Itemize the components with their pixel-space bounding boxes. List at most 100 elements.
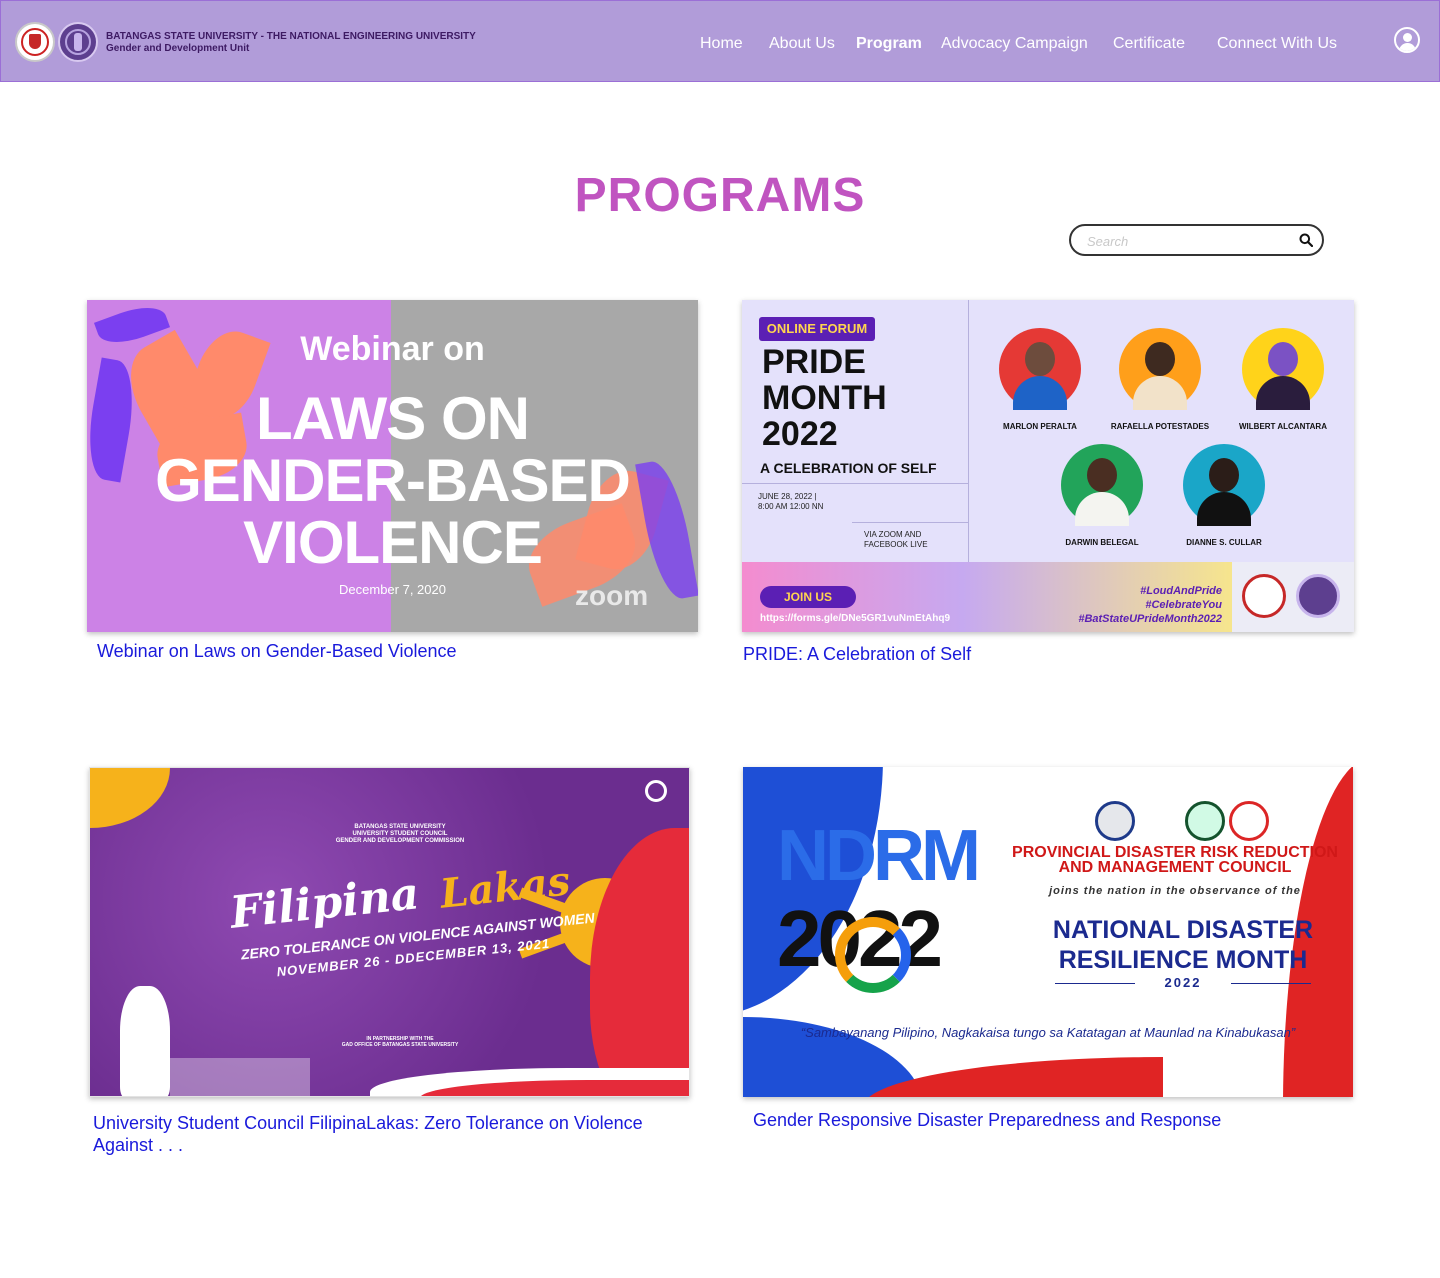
- image-title-line: PRIDE: [762, 343, 866, 381]
- image-title-line: VIOLENCE: [243, 509, 543, 576]
- speaker-head: [1025, 342, 1055, 376]
- search-bar: [1069, 224, 1324, 256]
- image-title-line: MONTH: [762, 379, 887, 417]
- batstateu-seal-logo: [1242, 574, 1286, 618]
- divider: [852, 522, 968, 523]
- organizer-line: AND MANAGEMENT COUNCIL: [1058, 859, 1292, 876]
- search-icon[interactable]: [1299, 233, 1313, 247]
- program-image-pride-month[interactable]: ONLINE FORUM PRIDE MONTH 2022 A CELEBRAT…: [742, 300, 1354, 632]
- image-heading: Webinar on: [300, 330, 485, 368]
- event-date-line: JUNE 28, 2022 |: [758, 492, 817, 501]
- image-title: LAWS ON GENDER-BASED VIOLENCE: [87, 388, 698, 574]
- speaker-head: [1209, 458, 1239, 492]
- zoom-logo: zoom: [575, 580, 649, 611]
- program-image-gbv-webinar[interactable]: Webinar on LAWS ON GENDER-BASED VIOLENCE…: [87, 300, 698, 632]
- join-us-badge: JOIN US: [760, 586, 856, 608]
- province-seal-logo: [1185, 801, 1225, 841]
- event-time-line: 8:00 AM 12:00 NN: [758, 502, 824, 511]
- hashtag: #CelebrateYou: [1145, 599, 1222, 611]
- speaker-name: WILBERT ALCANTARA: [1239, 422, 1327, 431]
- gad-logo-core: [74, 33, 82, 51]
- batstateu-seal-logo[interactable]: [15, 22, 55, 62]
- partner-text: IN PARTNERSHIP WITH THE GAD OFFICE OF BA…: [310, 1036, 490, 1048]
- organizer-line: PROVINCIAL DISASTER RISK REDUCTION: [1012, 844, 1338, 861]
- brand-text: BATANGAS STATE UNIVERSITY - THE NATIONAL…: [106, 31, 476, 55]
- image-title-line: 2022: [762, 415, 838, 453]
- image-title-line: NATIONAL DISASTER: [1052, 916, 1314, 944]
- event-platform-line: FACEBOOK LIVE: [864, 540, 928, 549]
- program-link-pride[interactable]: PRIDE: A Celebration of Self: [743, 643, 1343, 665]
- speaker-head: [1087, 458, 1117, 492]
- user-icon-body: [1399, 43, 1416, 51]
- program-image-filipinalakas[interactable]: BATANGAS STATE UNIVERSITY UNIVERSITY STU…: [89, 767, 690, 1097]
- nav-advocacy-campaign[interactable]: Advocacy Campaign: [941, 35, 1088, 53]
- speaker-body: [1075, 492, 1129, 526]
- speaker-photo: [1242, 328, 1324, 410]
- user-icon-head: [1403, 33, 1412, 42]
- program-link-filipinalakas[interactable]: University Student Council FilipinaLakas…: [93, 1112, 693, 1156]
- speaker-body: [1197, 492, 1251, 526]
- gad-unit-logo: [1296, 574, 1340, 618]
- venus-symbol-icon: [645, 780, 667, 802]
- partner-line: GAD OFFICE OF BATANGAS STATE UNIVERSITY: [341, 1042, 459, 1048]
- speaker-body: [1256, 376, 1310, 410]
- image-subheading: joins the nation in the observance of th…: [1049, 885, 1301, 897]
- speaker-photo: [1183, 444, 1265, 526]
- speaker-head: [1268, 342, 1298, 376]
- speaker-head: [1145, 342, 1175, 376]
- speaker-photo: [1061, 444, 1143, 526]
- gad-unit-logo[interactable]: [58, 22, 98, 62]
- speaker-name: DIANNE S. CULLAR: [1186, 538, 1262, 547]
- nav-about-us[interactable]: About Us: [769, 35, 835, 53]
- registration-url: https://forms.gle/DNe5GR1vuNmEtAhq9: [760, 613, 951, 624]
- divider: [968, 300, 969, 562]
- program-link-gbv-webinar[interactable]: Webinar on Laws on Gender-Based Violence: [97, 640, 697, 662]
- hashtags: #LoudAndPride #CelebrateYou #BatStateUPr…: [1042, 584, 1222, 626]
- shield-icon: [29, 34, 41, 49]
- pdrrmo-seal-logo: [1229, 801, 1269, 841]
- nav-connect-with-us[interactable]: Connect With Us: [1217, 35, 1337, 53]
- image-title-line: GENDER-BASED: [155, 447, 631, 514]
- seals-panel: [1232, 562, 1354, 632]
- organizer-text: PROVINCIAL DISASTER RISK REDUCTION AND M…: [1005, 844, 1345, 876]
- top-navbar: BATANGAS STATE UNIVERSITY - THE NATIONAL…: [0, 0, 1440, 82]
- organizer-line: GENDER AND DEVELOPMENT COMMISSION: [335, 838, 465, 844]
- speaker-body: [1013, 376, 1067, 410]
- city-skyline: [170, 1058, 310, 1096]
- speaker-photo: [999, 328, 1081, 410]
- speaker-name: DARWIN BELEGAL: [1065, 538, 1139, 547]
- hashtag: #LoudAndPride: [1140, 585, 1222, 597]
- dancer-silhouette: [120, 986, 170, 1096]
- speaker-body: [1133, 376, 1187, 410]
- brand-unit: Gender and Development Unit: [106, 43, 250, 54]
- hashtag: #BatStateUPrideMonth2022: [1078, 613, 1222, 625]
- user-icon[interactable]: [1394, 27, 1420, 53]
- ndrm-logo-text: NDRM: [777, 816, 981, 896]
- nav-home[interactable]: Home: [700, 35, 743, 53]
- organizer-line: UNIVERSITY STUDENT COUNCIL: [352, 831, 448, 837]
- image-year: 2022: [1164, 975, 1202, 990]
- program-image-disaster-resilience[interactable]: NDRM 2022 PROVINCIAL DISASTER RISK REDUC…: [743, 767, 1353, 1097]
- image-title-line: RESILIENCE MONTH: [1058, 946, 1308, 974]
- image-title: NATIONAL DISASTER RESILIENCE MONTH: [1033, 915, 1333, 975]
- image-title: PRIDE MONTH 2022: [762, 344, 887, 452]
- organizer-line: BATANGAS STATE UNIVERSITY: [354, 824, 446, 830]
- search-input[interactable]: [1087, 231, 1282, 251]
- nav-certificate[interactable]: Certificate: [1113, 35, 1185, 53]
- organizer-text: BATANGAS STATE UNIVERSITY UNIVERSITY STU…: [310, 824, 490, 845]
- event-platform-line: VIA ZOOM AND: [864, 530, 922, 539]
- image-subtitle: A CELEBRATION OF SELF: [760, 460, 937, 476]
- divider: [742, 483, 968, 484]
- image-quote: “Sambayanang Pilipino, Nagkakaisa tungo …: [800, 1025, 1296, 1040]
- image-title-line: LAWS ON: [256, 385, 530, 452]
- event-platform: VIA ZOOM AND FACEBOOK LIVE: [864, 530, 928, 550]
- program-link-disaster-preparedness[interactable]: Gender Responsive Disaster Preparedness …: [753, 1109, 1353, 1131]
- ndrrmc-seal-logo: [1095, 801, 1135, 841]
- speaker-name: MARLON PERALTA: [1003, 422, 1077, 431]
- community-circle-icon: [835, 917, 911, 993]
- nav-program[interactable]: Program: [856, 35, 922, 53]
- page-title: PROGRAMS: [574, 169, 866, 222]
- online-forum-badge: ONLINE FORUM: [759, 317, 875, 341]
- speaker-name: RAFAELLA POTESTADES: [1110, 422, 1210, 431]
- speaker-photo: [1119, 328, 1201, 410]
